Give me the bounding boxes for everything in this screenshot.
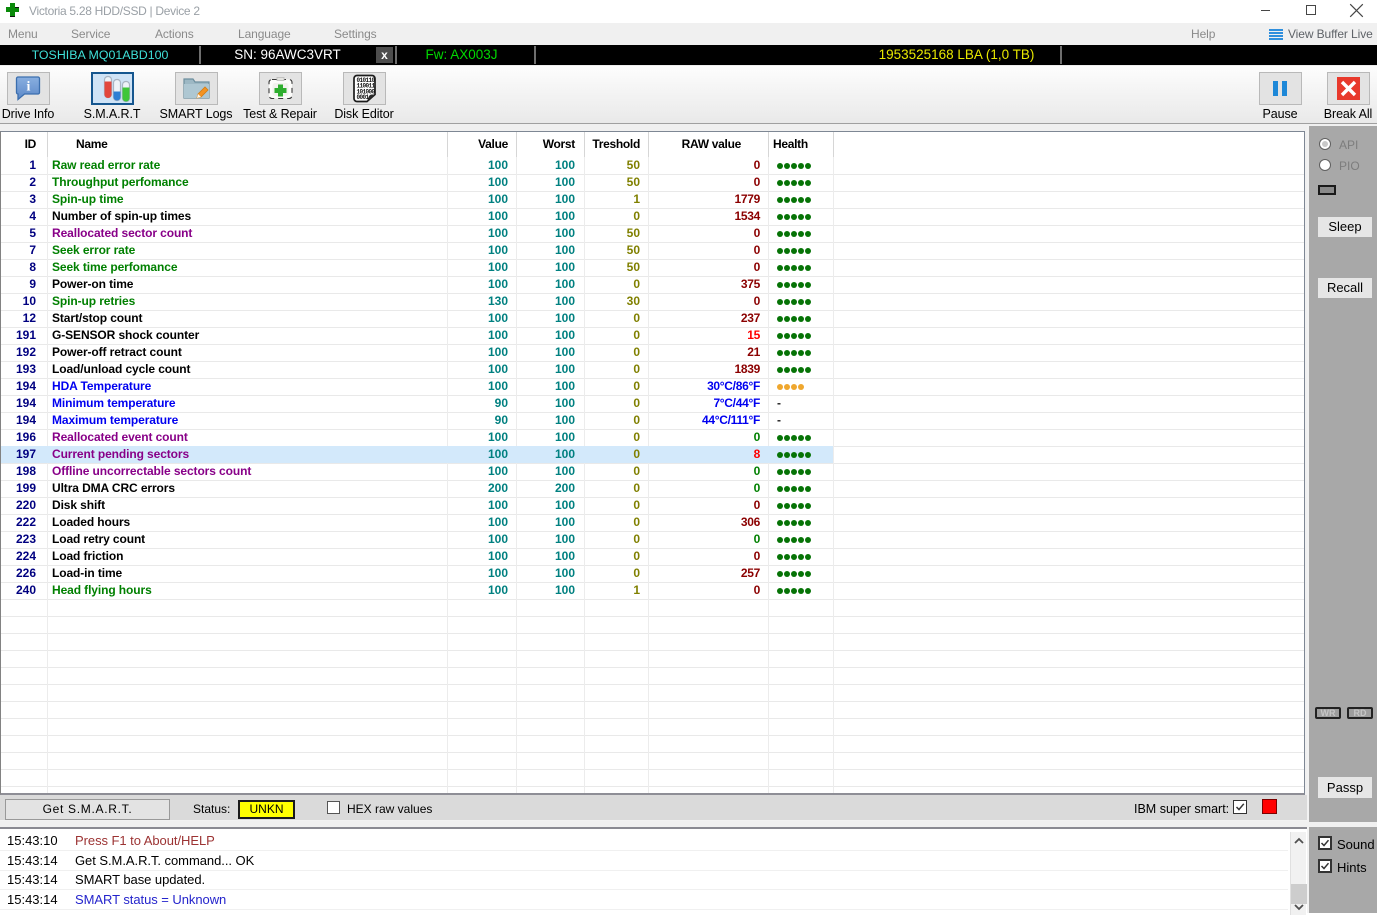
svg-text:i: i xyxy=(27,80,31,95)
svg-text:0001: 0001 xyxy=(357,94,370,101)
